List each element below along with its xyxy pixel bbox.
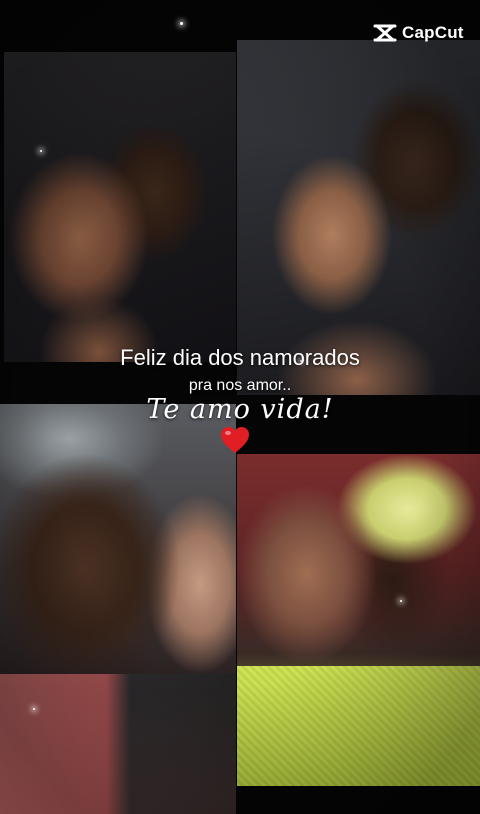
photo-couple-top-left bbox=[4, 52, 236, 362]
sparkle bbox=[33, 708, 35, 710]
sparkle bbox=[400, 600, 402, 602]
caption-line-2: pra nos amor.. bbox=[188, 377, 292, 394]
photo-couple-bottom-left bbox=[0, 404, 236, 814]
photo-couple-top-right bbox=[237, 40, 480, 395]
caption-line-3: Te amo vida! bbox=[146, 394, 334, 425]
caption-line-1: Feliz dia dos namorados bbox=[120, 345, 360, 370]
logo-text: CapCut bbox=[402, 23, 464, 42]
photo-couple-bottom-right bbox=[237, 454, 480, 786]
capcut-logo-icon bbox=[373, 24, 397, 42]
sparkle bbox=[40, 150, 42, 152]
heart-icon bbox=[221, 427, 249, 453]
capcut-logo: CapCut bbox=[373, 21, 464, 45]
sparkle bbox=[180, 22, 183, 25]
